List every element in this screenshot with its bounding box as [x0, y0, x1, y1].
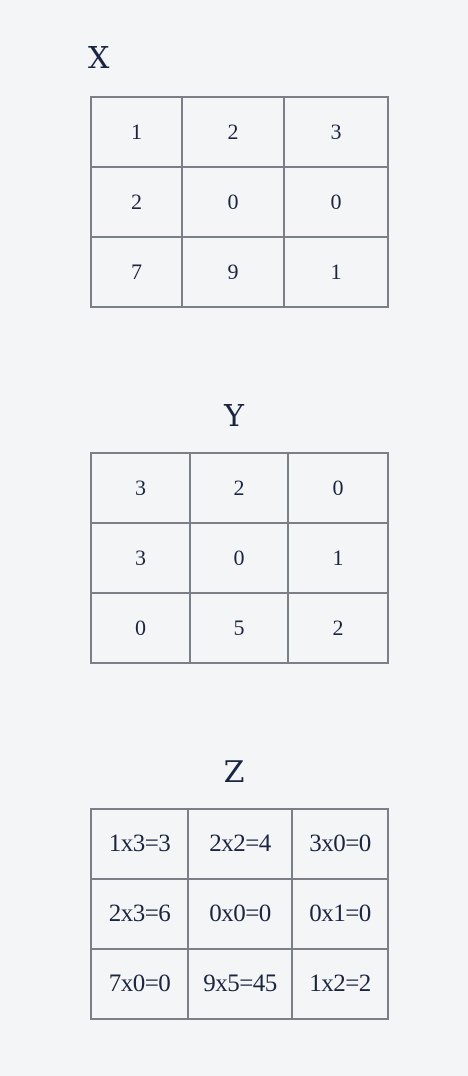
matrix-x-table: 1 2 3 2 0 0 7 9 1: [90, 96, 389, 308]
matrix-cell: 9: [181, 236, 285, 308]
matrix-z-table: 1x3=3 2x2=4 3x0=0 2x3=6 0x0=0 0x1=0 7x0=…: [90, 808, 389, 1020]
matrix-cell: 5: [189, 592, 289, 664]
matrix-cell: 1: [283, 236, 389, 308]
table-row: 7x0=0 9x5=45 1x2=2: [90, 948, 389, 1020]
matrix-cell: 0: [287, 452, 389, 524]
product-cell: 2x3=6: [90, 878, 189, 950]
matrix-y-title: Y: [224, 399, 244, 434]
matrix-cell: 2: [90, 166, 183, 238]
table-row: 7 9 1: [90, 236, 389, 308]
matrix-cell: 1: [90, 96, 183, 168]
table-row: 2x3=6 0x0=0 0x1=0: [90, 878, 389, 950]
matrix-cell: 2: [287, 592, 389, 664]
matrix-cell: 3: [283, 96, 389, 168]
table-row: 0 5 2: [90, 592, 389, 664]
product-cell: 1x2=2: [291, 948, 389, 1020]
matrix-cell: 3: [90, 522, 191, 594]
matrix-cell: 3: [90, 452, 191, 524]
table-row: 3 0 1: [90, 522, 389, 594]
matrix-y-table: 3 2 0 3 0 1 0 5 2: [90, 452, 389, 664]
table-row: 3 2 0: [90, 452, 389, 524]
product-cell: 9x5=45: [187, 948, 293, 1020]
matrix-cell: 7: [90, 236, 183, 308]
product-cell: 2x2=4: [187, 808, 293, 880]
product-cell: 0x1=0: [291, 878, 389, 950]
table-row: 1 2 3: [90, 96, 389, 168]
product-cell: 7x0=0: [90, 948, 189, 1020]
matrix-x-title: X: [88, 41, 110, 76]
matrix-cell: 2: [189, 452, 289, 524]
matrix-cell: 0: [181, 166, 285, 238]
table-row: 1x3=3 2x2=4 3x0=0: [90, 808, 389, 880]
matrix-cell: 2: [181, 96, 285, 168]
matrix-cell: 1: [287, 522, 389, 594]
table-row: 2 0 0: [90, 166, 389, 238]
matrix-cell: 0: [90, 592, 191, 664]
product-cell: 3x0=0: [291, 808, 389, 880]
product-cell: 1x3=3: [90, 808, 189, 880]
matrix-cell: 0: [283, 166, 389, 238]
matrix-z-title: Z: [223, 755, 245, 790]
product-cell: 0x0=0: [187, 878, 293, 950]
matrix-cell: 0: [189, 522, 289, 594]
